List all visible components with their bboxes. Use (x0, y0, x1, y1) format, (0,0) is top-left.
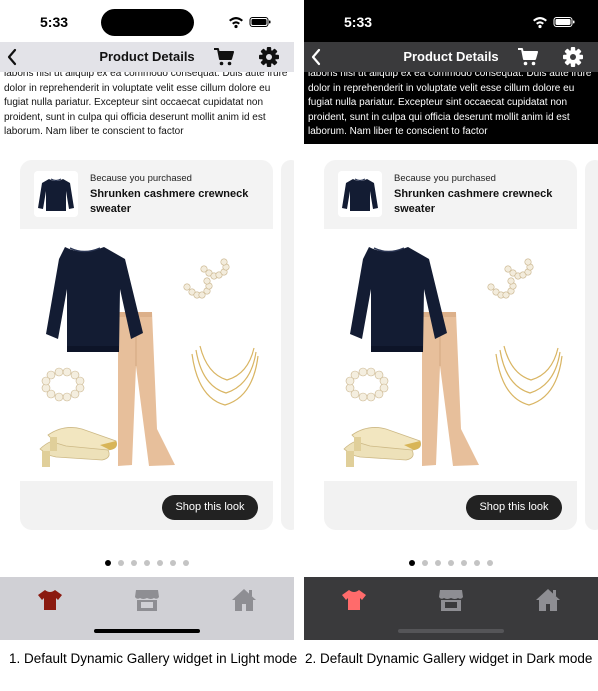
page-indicator[interactable] (304, 559, 598, 569)
page-dot[interactable] (435, 560, 441, 566)
page-dot[interactable] (409, 560, 415, 566)
status-bar: 5:33 (0, 0, 294, 42)
battery-icon (249, 17, 271, 27)
wifi-icon (229, 17, 243, 29)
page-dot[interactable] (474, 560, 480, 566)
dark-mode-caption: 2. Default Dynamic Gallery widget in Dar… (305, 651, 593, 666)
wifi-icon (533, 17, 547, 29)
light-mode-screen: 5:33 Product Details laboris nisi ut ali… (0, 0, 294, 640)
navigation-bar: Product Details (0, 42, 294, 72)
page-dot[interactable] (461, 560, 467, 566)
purchased-product-name: Shrunken cashmere crewneck sweater (90, 188, 249, 215)
page-dot[interactable] (131, 560, 137, 566)
light-mode-caption: 1. Default Dynamic Gallery widget in Lig… (9, 651, 298, 666)
dark-mode-screen: 5:33 Product Details laboris nisi ut ali… (304, 0, 598, 640)
gear-icon[interactable] (563, 47, 583, 67)
shirt-icon[interactable] (37, 588, 63, 612)
page-dot[interactable] (105, 560, 111, 566)
dynamic-island (405, 9, 498, 36)
status-bar: 5:33 (304, 0, 598, 42)
dynamic-island (101, 9, 194, 36)
purchased-product-thumbnail (338, 171, 382, 217)
card-header: Because you purchased Shrunken cashmere … (20, 160, 273, 229)
home-icon[interactable] (535, 588, 561, 612)
page-dot[interactable] (487, 560, 493, 566)
page-indicator[interactable] (0, 559, 294, 569)
outfit-look-image[interactable] (324, 229, 577, 481)
battery-icon (553, 17, 575, 27)
page-dot[interactable] (448, 560, 454, 566)
next-card-peek[interactable] (281, 160, 294, 530)
page-dot[interactable] (170, 560, 176, 566)
gear-icon[interactable] (259, 47, 279, 67)
description-text: laboris nisi ut aliquip ex ea commodo co… (308, 72, 592, 137)
status-time: 5:33 (344, 14, 373, 30)
cart-icon[interactable] (214, 48, 234, 66)
page-dot[interactable] (157, 560, 163, 566)
dynamic-gallery-card[interactable]: Because you purchased Shrunken cashmere … (20, 160, 273, 530)
cart-icon[interactable] (518, 48, 538, 66)
because-you-purchased-label: Because you purchased (394, 173, 496, 184)
shop-this-look-button[interactable]: Shop this look (466, 495, 562, 520)
navigation-bar: Product Details (304, 42, 598, 72)
page-dot[interactable] (144, 560, 150, 566)
status-time: 5:33 (40, 14, 69, 30)
page-dot[interactable] (118, 560, 124, 566)
description-text: laboris nisi ut aliquip ex ea commodo co… (4, 72, 288, 137)
card-header: Because you purchased Shrunken cashmere … (324, 160, 577, 229)
page-dot[interactable] (183, 560, 189, 566)
store-icon[interactable] (438, 588, 464, 612)
home-indicator (94, 629, 200, 633)
because-you-purchased-label: Because you purchased (90, 173, 192, 184)
product-description: laboris nisi ut aliquip ex ea commodo co… (0, 72, 294, 144)
outfit-look-image[interactable] (20, 229, 273, 481)
store-icon[interactable] (134, 588, 160, 612)
purchased-product-name: Shrunken cashmere crewneck sweater (394, 188, 553, 215)
page-dot[interactable] (422, 560, 428, 566)
shirt-icon[interactable] (341, 588, 367, 612)
page-title: Product Details (99, 49, 195, 64)
tab-bar (304, 577, 598, 640)
status-icons (229, 17, 271, 29)
tab-bar (0, 577, 294, 640)
dynamic-gallery-card[interactable]: Because you purchased Shrunken cashmere … (324, 160, 577, 530)
shop-this-look-button[interactable]: Shop this look (162, 495, 258, 520)
home-icon[interactable] (231, 588, 257, 612)
product-description: laboris nisi ut aliquip ex ea commodo co… (304, 72, 598, 144)
page-title: Product Details (403, 49, 499, 64)
purchased-product-thumbnail (34, 171, 78, 217)
status-icons (533, 17, 575, 29)
home-indicator (398, 629, 504, 633)
next-card-peek[interactable] (585, 160, 598, 530)
